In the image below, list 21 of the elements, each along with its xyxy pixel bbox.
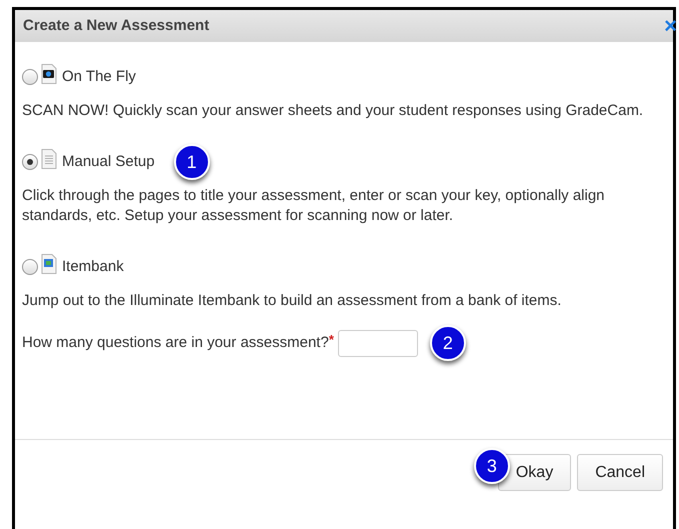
dialog-button[interactable]: Cancel [577,454,663,491]
document-icon [41,149,57,169]
option-label[interactable]: Manual Setup [62,150,155,174]
step-number-badge: 3 [474,448,510,484]
dialog-button[interactable]: Okay [498,454,572,491]
option-description: Click through the pages to title your assessment, enter or scan your key, optionally align standards, etc. Setup your assessment for scanning now or later. [22,186,606,226]
question-count-field[interactable] [338,330,418,356]
camera-document-icon [41,64,57,84]
step-number-badge: 1 [174,144,210,180]
question-label: How many questions are in your assessment? [22,332,329,353]
option-description: SCAN NOW! Quickly scan your answer sheets and your student responses using GradeCam. [22,101,644,121]
option-label[interactable]: On The Fly [62,66,136,88]
required-asterisk: * [328,331,334,350]
dialog-title: Create a New Assessment [23,16,210,36]
radio-button[interactable] [22,69,38,85]
radio-button[interactable] [22,259,38,275]
image-document-icon [41,254,57,274]
step-number-badge: 2 [430,325,466,361]
radio-button[interactable] [22,154,38,170]
option-description: Jump out to the Illuminate Itembank to build an assessment from a bank of items. [22,291,562,311]
option-label[interactable]: Itembank [62,256,124,278]
